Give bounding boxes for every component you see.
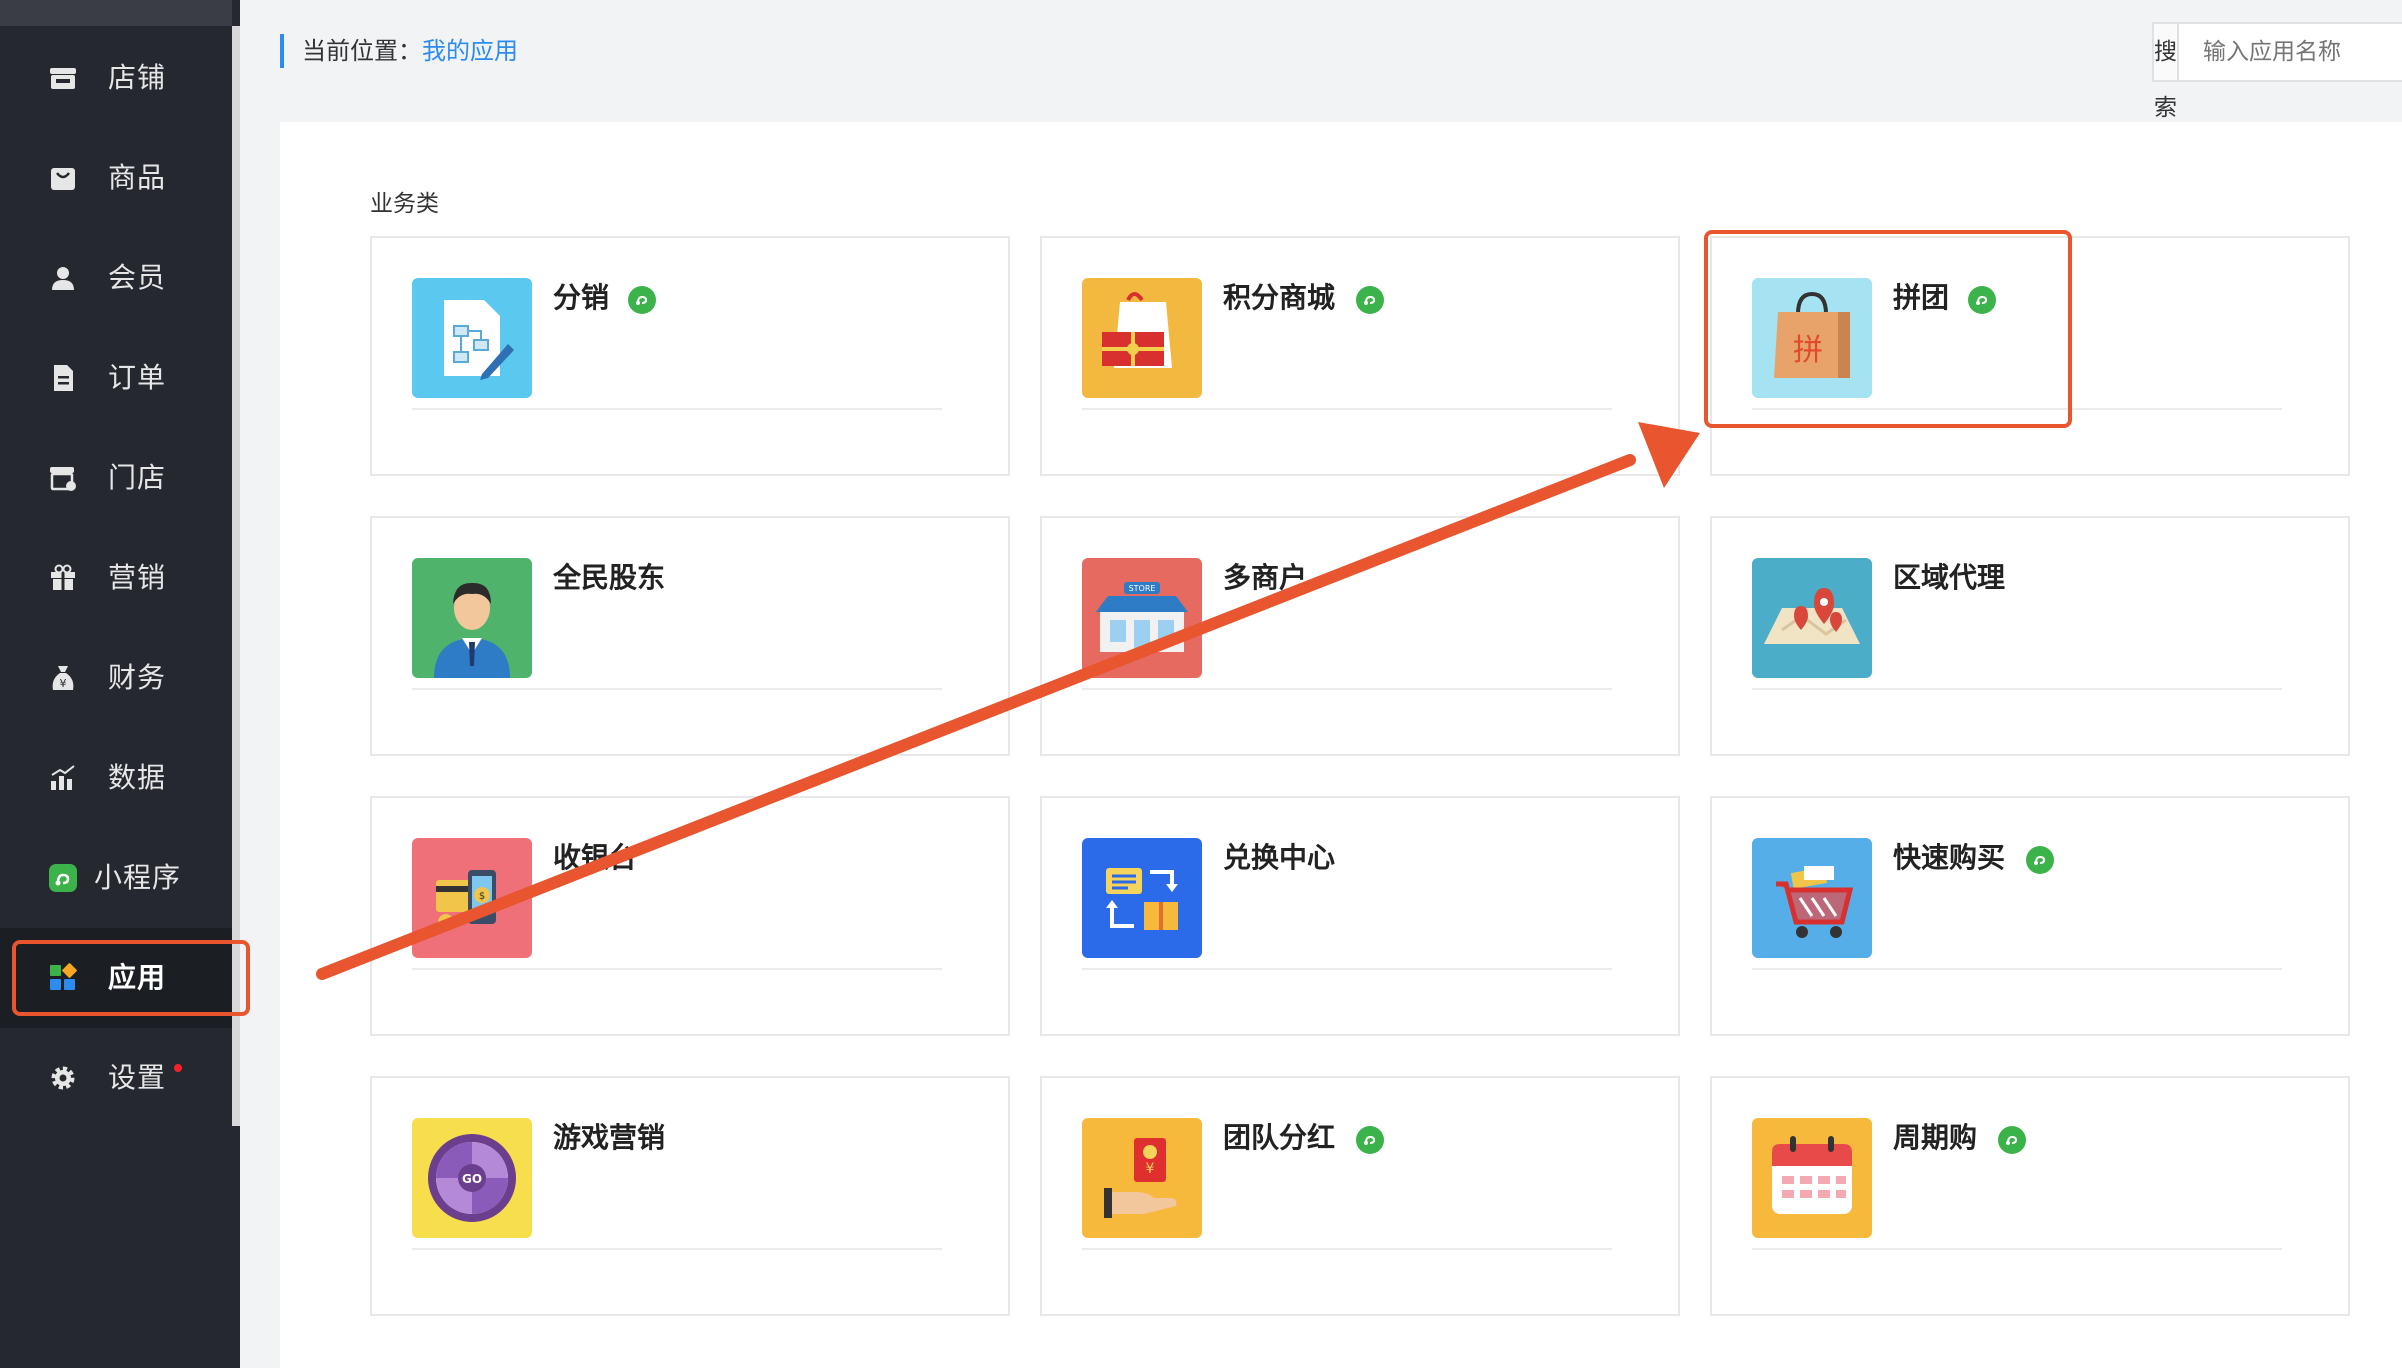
cashier-icon: $ <box>412 838 532 958</box>
money-bag-icon: ¥ <box>48 663 78 693</box>
sidebar-item-store[interactable]: 店铺 <box>0 28 232 128</box>
gift-icon <box>48 563 78 593</box>
breadcrumb: 当前位置：我的应用 <box>280 34 518 68</box>
search-input[interactable] <box>2179 24 2402 80</box>
sidebar-item-label: 会员 <box>108 261 167 294</box>
search-button[interactable]: 搜索 <box>2154 24 2179 121</box>
sidebar-item-mini-program[interactable]: 小程序 <box>0 828 232 928</box>
card-divider <box>1082 408 1612 410</box>
app-name: 收银台 <box>553 841 638 874</box>
sidebar-item-marketing[interactable]: 营销 <box>0 528 232 628</box>
card-divider <box>1082 688 1612 690</box>
exchange-center-icon <box>1082 838 1202 958</box>
card-divider <box>1752 968 2282 970</box>
sidebar-item-label: 财务 <box>108 661 167 694</box>
card-divider <box>412 408 942 410</box>
app-name: 兑换中心 <box>1223 841 1336 874</box>
mini-program-badge-icon <box>1356 286 1384 314</box>
bag-icon <box>48 163 78 193</box>
sidebar-item-member[interactable]: 会员 <box>0 228 232 328</box>
section-title: 业务类 <box>370 191 439 217</box>
app-name: 多商户 <box>1223 561 1308 594</box>
highlight-box-group-buy <box>1704 230 2072 428</box>
app-card-points-mall[interactable]: 积分商城 <box>1040 236 1680 476</box>
points-mall-icon <box>1082 278 1202 398</box>
sidebar-item-label: 店铺 <box>108 61 167 94</box>
search-box: 搜索 <box>2152 22 2402 121</box>
shop-icon <box>48 463 78 493</box>
mini-program-badge-icon <box>1356 1126 1384 1154</box>
sidebar-item-settings[interactable]: 设置 <box>0 1028 232 1128</box>
mini-program-badge-icon <box>628 286 656 314</box>
card-divider <box>1752 688 2282 690</box>
breadcrumb-prefix: 当前位置： <box>302 37 422 65</box>
quick-buy-icon <box>1752 838 1872 958</box>
svg-text:¥: ¥ <box>1146 1161 1155 1177</box>
bar-chart-icon <box>48 763 78 793</box>
app-name: 积分商城 <box>1223 281 1336 314</box>
sidebar-item-data[interactable]: 数据 <box>0 728 232 828</box>
gear-icon <box>48 1063 78 1093</box>
sidebar-item-finance[interactable]: ¥ 财务 <box>0 628 232 728</box>
user-icon <box>48 263 78 293</box>
notification-dot <box>174 1064 182 1072</box>
mini-program-badge-icon <box>2026 846 2054 874</box>
svg-text:STORE: STORE <box>1129 584 1156 593</box>
app-name: 周期购 <box>1893 1121 1978 1154</box>
shareholder-icon <box>412 558 532 678</box>
app-card-game-marketing[interactable]: GO 游戏营销 <box>370 1076 1010 1316</box>
breadcrumb-current[interactable]: 我的应用 <box>422 37 518 65</box>
app-card-periodic-buy[interactable]: 周期购 <box>1710 1076 2350 1316</box>
card-divider <box>1082 1248 1612 1250</box>
sidebar: 店铺 商品 会员 订单 门店 营销 ¥ 财务 数据 小程序 应用 设置 <box>0 0 240 1368</box>
sidebar-item-order[interactable]: 订单 <box>0 328 232 428</box>
sidebar-item-label: 营销 <box>108 561 167 594</box>
svg-text:$: $ <box>479 891 485 902</box>
app-card-cashier[interactable]: $ 收银台 <box>370 796 1010 1036</box>
sidebar-item-label: 数据 <box>108 761 167 794</box>
sidebar-item-label: 设置 <box>108 1061 167 1094</box>
card-divider <box>1082 968 1612 970</box>
svg-text:GO: GO <box>462 1172 482 1186</box>
mini-program-badge-icon <box>1998 1126 2026 1154</box>
team-bonus-icon: ¥ <box>1082 1118 1202 1238</box>
app-card-multi-merchant[interactable]: STORE 多商户 <box>1040 516 1680 756</box>
app-name: 游戏营销 <box>553 1121 666 1154</box>
game-marketing-icon: GO <box>412 1118 532 1238</box>
sidebar-item-label: 门店 <box>108 461 167 494</box>
region-agent-icon <box>1752 558 1872 678</box>
app-name: 全民股东 <box>553 561 666 594</box>
app-card-exchange-center[interactable]: 兑换中心 <box>1040 796 1680 1036</box>
multi-merchant-icon: STORE <box>1082 558 1202 678</box>
store-icon <box>48 63 78 93</box>
sidebar-item-label: 商品 <box>108 161 167 194</box>
svg-text:¥: ¥ <box>60 677 67 690</box>
document-icon <box>48 363 78 393</box>
app-card-quick-buy[interactable]: 快速购买 <box>1710 796 2350 1036</box>
app-name: 分销 <box>553 281 610 314</box>
app-card-shareholder[interactable]: 全民股东 <box>370 516 1010 756</box>
card-divider <box>1752 1248 2282 1250</box>
sidebar-item-label: 订单 <box>108 361 167 394</box>
app-card-team-bonus[interactable]: ¥ 团队分红 <box>1040 1076 1680 1316</box>
mini-program-icon <box>48 863 78 893</box>
sidebar-collapse-toggle[interactable] <box>0 0 232 26</box>
app-name: 区域代理 <box>1893 561 2006 594</box>
sidebar-item-shop[interactable]: 门店 <box>0 428 232 528</box>
card-divider <box>412 968 942 970</box>
app-card-region-agent[interactable]: 区域代理 <box>1710 516 2350 756</box>
app-name: 快速购买 <box>1893 841 2006 874</box>
app-name: 团队分红 <box>1223 1121 1336 1154</box>
sidebar-item-goods[interactable]: 商品 <box>0 128 232 228</box>
card-divider <box>412 1248 942 1250</box>
sidebar-item-label: 小程序 <box>94 861 182 894</box>
app-card-distribution[interactable]: 分销 <box>370 236 1010 476</box>
distribution-icon <box>412 278 532 398</box>
periodic-buy-icon <box>1752 1118 1872 1238</box>
highlight-box-apps <box>12 940 250 1016</box>
card-divider <box>412 688 942 690</box>
